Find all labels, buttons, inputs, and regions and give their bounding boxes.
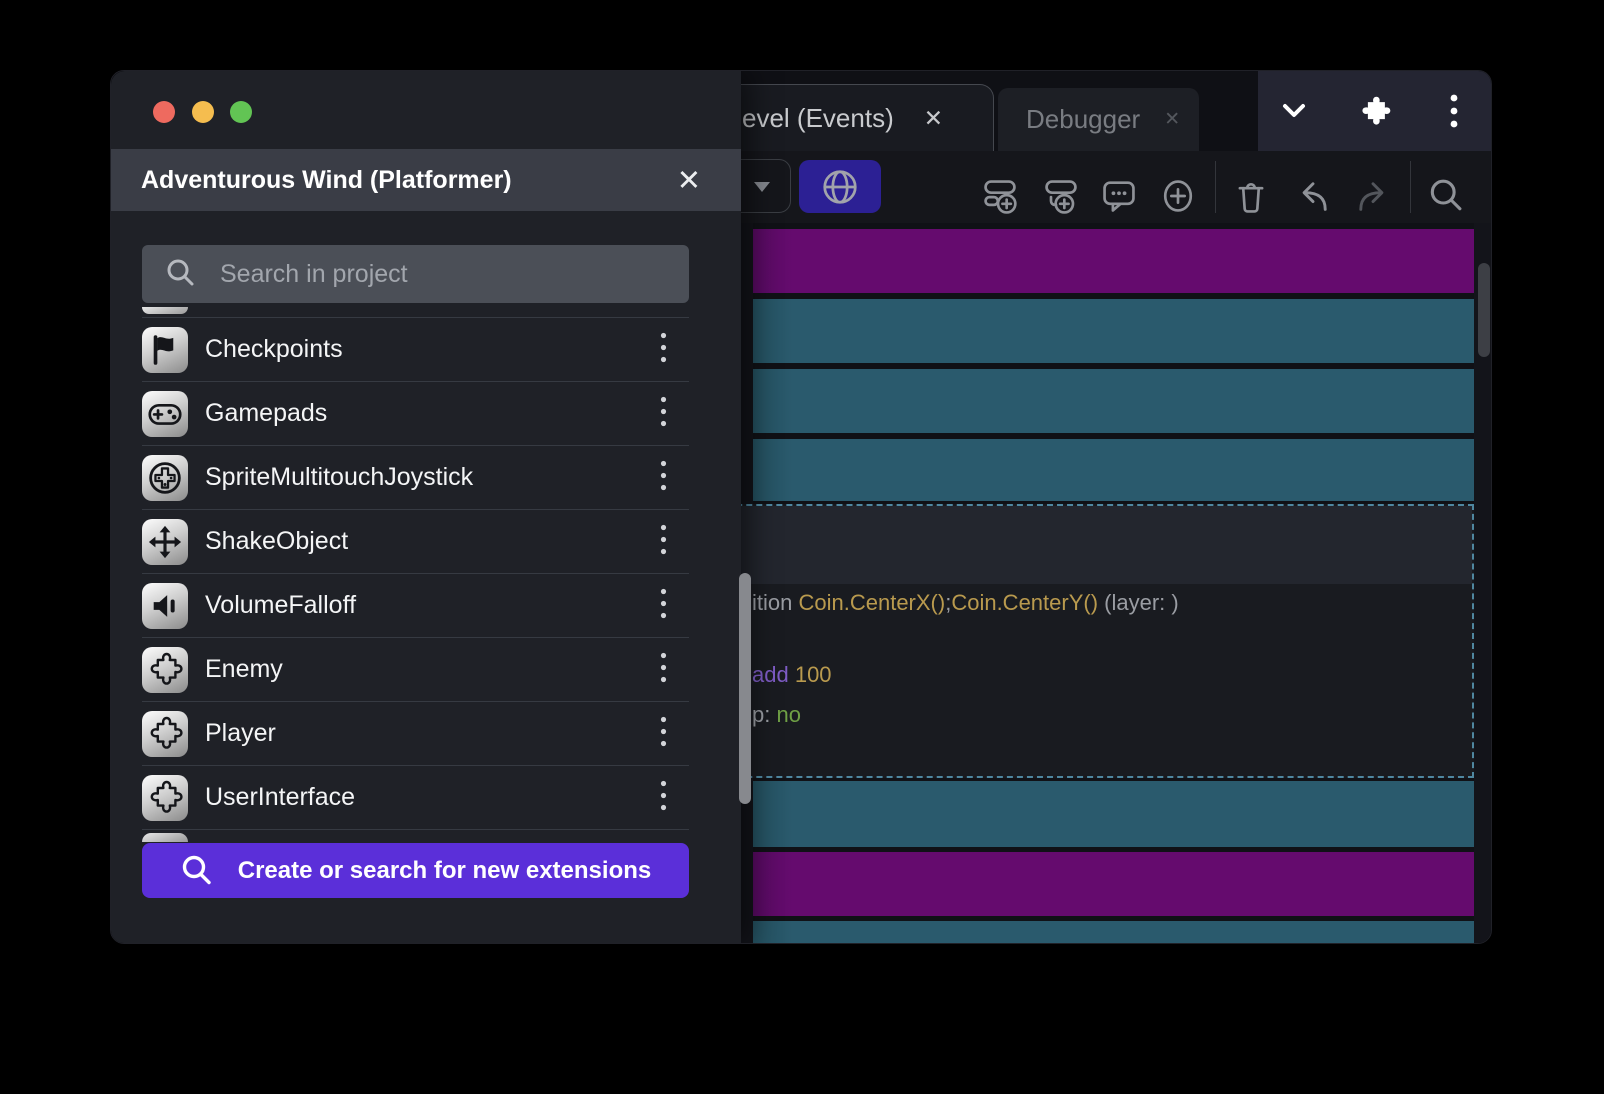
project-manager-drawer: Adventurous Wind (Platformer) ✕ Search i… (111, 71, 741, 943)
list-item[interactable]: UserInterface (142, 765, 689, 829)
list-item-label: SpriteMultitouchJoystick (205, 463, 474, 491)
code-segment: p: (752, 702, 777, 727)
code-segment: Coin.CenterY() (951, 590, 1099, 615)
code-segment: 100 (794, 662, 832, 687)
partial-item-icon (142, 307, 188, 314)
flag-icon (142, 326, 188, 373)
add-circle-button[interactable] (1155, 173, 1201, 219)
item-menu-kebab-icon[interactable] (660, 395, 667, 432)
code-segment: Coin.CenterX() (798, 590, 946, 615)
traffic-minimize-button[interactable] (192, 101, 214, 123)
drawer-scrollbar-thumb[interactable] (739, 573, 751, 804)
tab-label: Debugger (1026, 104, 1141, 134)
tab-label: evel (Events) (742, 102, 894, 133)
toolbar-divider (1215, 161, 1216, 213)
item-menu-kebab-icon[interactable] (660, 587, 667, 624)
event-row-teal[interactable] (753, 299, 1474, 363)
project-title: Adventurous Wind (Platformer) (141, 165, 512, 194)
chevron-down-icon[interactable] (1266, 71, 1322, 151)
speaker-icon (142, 582, 188, 629)
undo-button[interactable] (1290, 173, 1336, 219)
add-comment-button[interactable] (1096, 173, 1142, 219)
list-item[interactable]: Player (142, 701, 689, 765)
item-menu-kebab-icon[interactable] (660, 523, 667, 560)
event-row-teal[interactable] (753, 369, 1474, 433)
item-menu-kebab-icon[interactable] (660, 331, 667, 368)
event-action-text[interactable]: add 100 (752, 662, 832, 688)
move-icon (142, 518, 188, 565)
gamepad-icon (142, 390, 188, 437)
drawer-header: Adventurous Wind (Platformer) ✕ (111, 149, 741, 211)
dropdown-arrow-icon (754, 182, 770, 192)
puzzle-icon (142, 710, 188, 757)
tabbar-right-section (1258, 71, 1491, 151)
code-segment: ition (752, 590, 799, 615)
add-event-button[interactable] (977, 173, 1023, 219)
list-item-label: Gamepads (205, 399, 328, 427)
item-menu-kebab-icon[interactable] (660, 651, 667, 688)
event-row-teal[interactable] (753, 439, 1474, 501)
code-segment: no (776, 702, 801, 727)
extensions-list: Checkpoints Gamepads SpriteMultitouchJoyst… (142, 317, 689, 830)
tab-level-events[interactable]: evel (Events) ✕ (709, 84, 994, 151)
extensions-puzzle-icon[interactable] (1346, 71, 1402, 151)
tab-debugger[interactable]: Debugger ✕ (998, 88, 1199, 151)
create-extension-button[interactable]: Create or search for new extensions (142, 843, 689, 898)
desktop-background: evel (Events) ✕ Debugger ✕ ition Coin.Ce… (0, 0, 1604, 1094)
event-action-text[interactable]: ition Coin.CenterX();Coin.CenterY() (lay… (752, 590, 1179, 616)
list-item[interactable]: Gamepads (142, 381, 689, 445)
list-item-label: ShakeObject (205, 527, 349, 555)
partial-item-icon (142, 833, 188, 842)
list-item-label: Checkpoints (205, 335, 343, 363)
puzzle-icon (142, 774, 188, 821)
event-conditions-area[interactable] (638, 506, 1472, 584)
traffic-zoom-button[interactable] (230, 101, 252, 123)
delete-button[interactable] (1228, 173, 1274, 219)
list-item[interactable]: SpriteMultitouchJoystick (142, 445, 689, 509)
event-row-purple[interactable] (753, 852, 1474, 916)
create-extension-label: Create or search for new extensions (237, 856, 652, 884)
selected-event-block[interactable]: ition Coin.CenterX();Coin.CenterY() (lay… (636, 504, 1474, 778)
code-segment: (layer: ) (1098, 590, 1179, 615)
joystick-icon (142, 454, 188, 501)
close-tab-icon[interactable]: ✕ (924, 105, 943, 132)
traffic-close-button[interactable] (153, 101, 175, 123)
window-menu-kebab-icon[interactable] (1426, 71, 1482, 151)
code-segment: add (752, 662, 795, 687)
globe-icon (823, 169, 857, 204)
gdevelop-window: evel (Events) ✕ Debugger ✕ ition Coin.Ce… (110, 70, 1492, 944)
search-icon (167, 259, 194, 286)
close-tab-icon[interactable]: ✕ (1164, 108, 1180, 131)
close-drawer-icon[interactable]: ✕ (677, 163, 701, 198)
puzzle-icon (142, 646, 188, 693)
item-menu-kebab-icon[interactable] (660, 459, 667, 496)
item-menu-kebab-icon[interactable] (660, 779, 667, 816)
event-row-teal[interactable] (753, 921, 1474, 943)
search-input[interactable]: Search in project (142, 245, 689, 303)
item-menu-kebab-icon[interactable] (660, 715, 667, 752)
list-item-label: UserInterface (205, 783, 356, 811)
list-item[interactable]: VolumeFalloff (142, 573, 689, 637)
redo-button[interactable] (1350, 173, 1396, 219)
events-scrollbar-thumb[interactable] (1478, 263, 1490, 357)
list-item[interactable]: Enemy (142, 637, 689, 701)
list-item[interactable]: ShakeObject (142, 509, 689, 573)
event-row-teal[interactable] (753, 781, 1474, 847)
list-divider (142, 829, 689, 830)
list-item-label: Enemy (205, 655, 283, 683)
event-action-text[interactable]: p: no (752, 702, 801, 728)
list-item[interactable]: Checkpoints (142, 317, 689, 381)
globe-toggle-button[interactable] (799, 160, 881, 213)
toolbar-divider (1410, 161, 1411, 213)
search-placeholder: Search in project (220, 259, 408, 288)
list-item-label: Player (205, 719, 276, 747)
add-subevent-button[interactable] (1038, 173, 1084, 219)
search-icon (182, 855, 211, 884)
list-item-label: VolumeFalloff (205, 591, 357, 619)
event-row-purple[interactable] (753, 229, 1474, 293)
search-events-button[interactable] (1423, 173, 1469, 219)
